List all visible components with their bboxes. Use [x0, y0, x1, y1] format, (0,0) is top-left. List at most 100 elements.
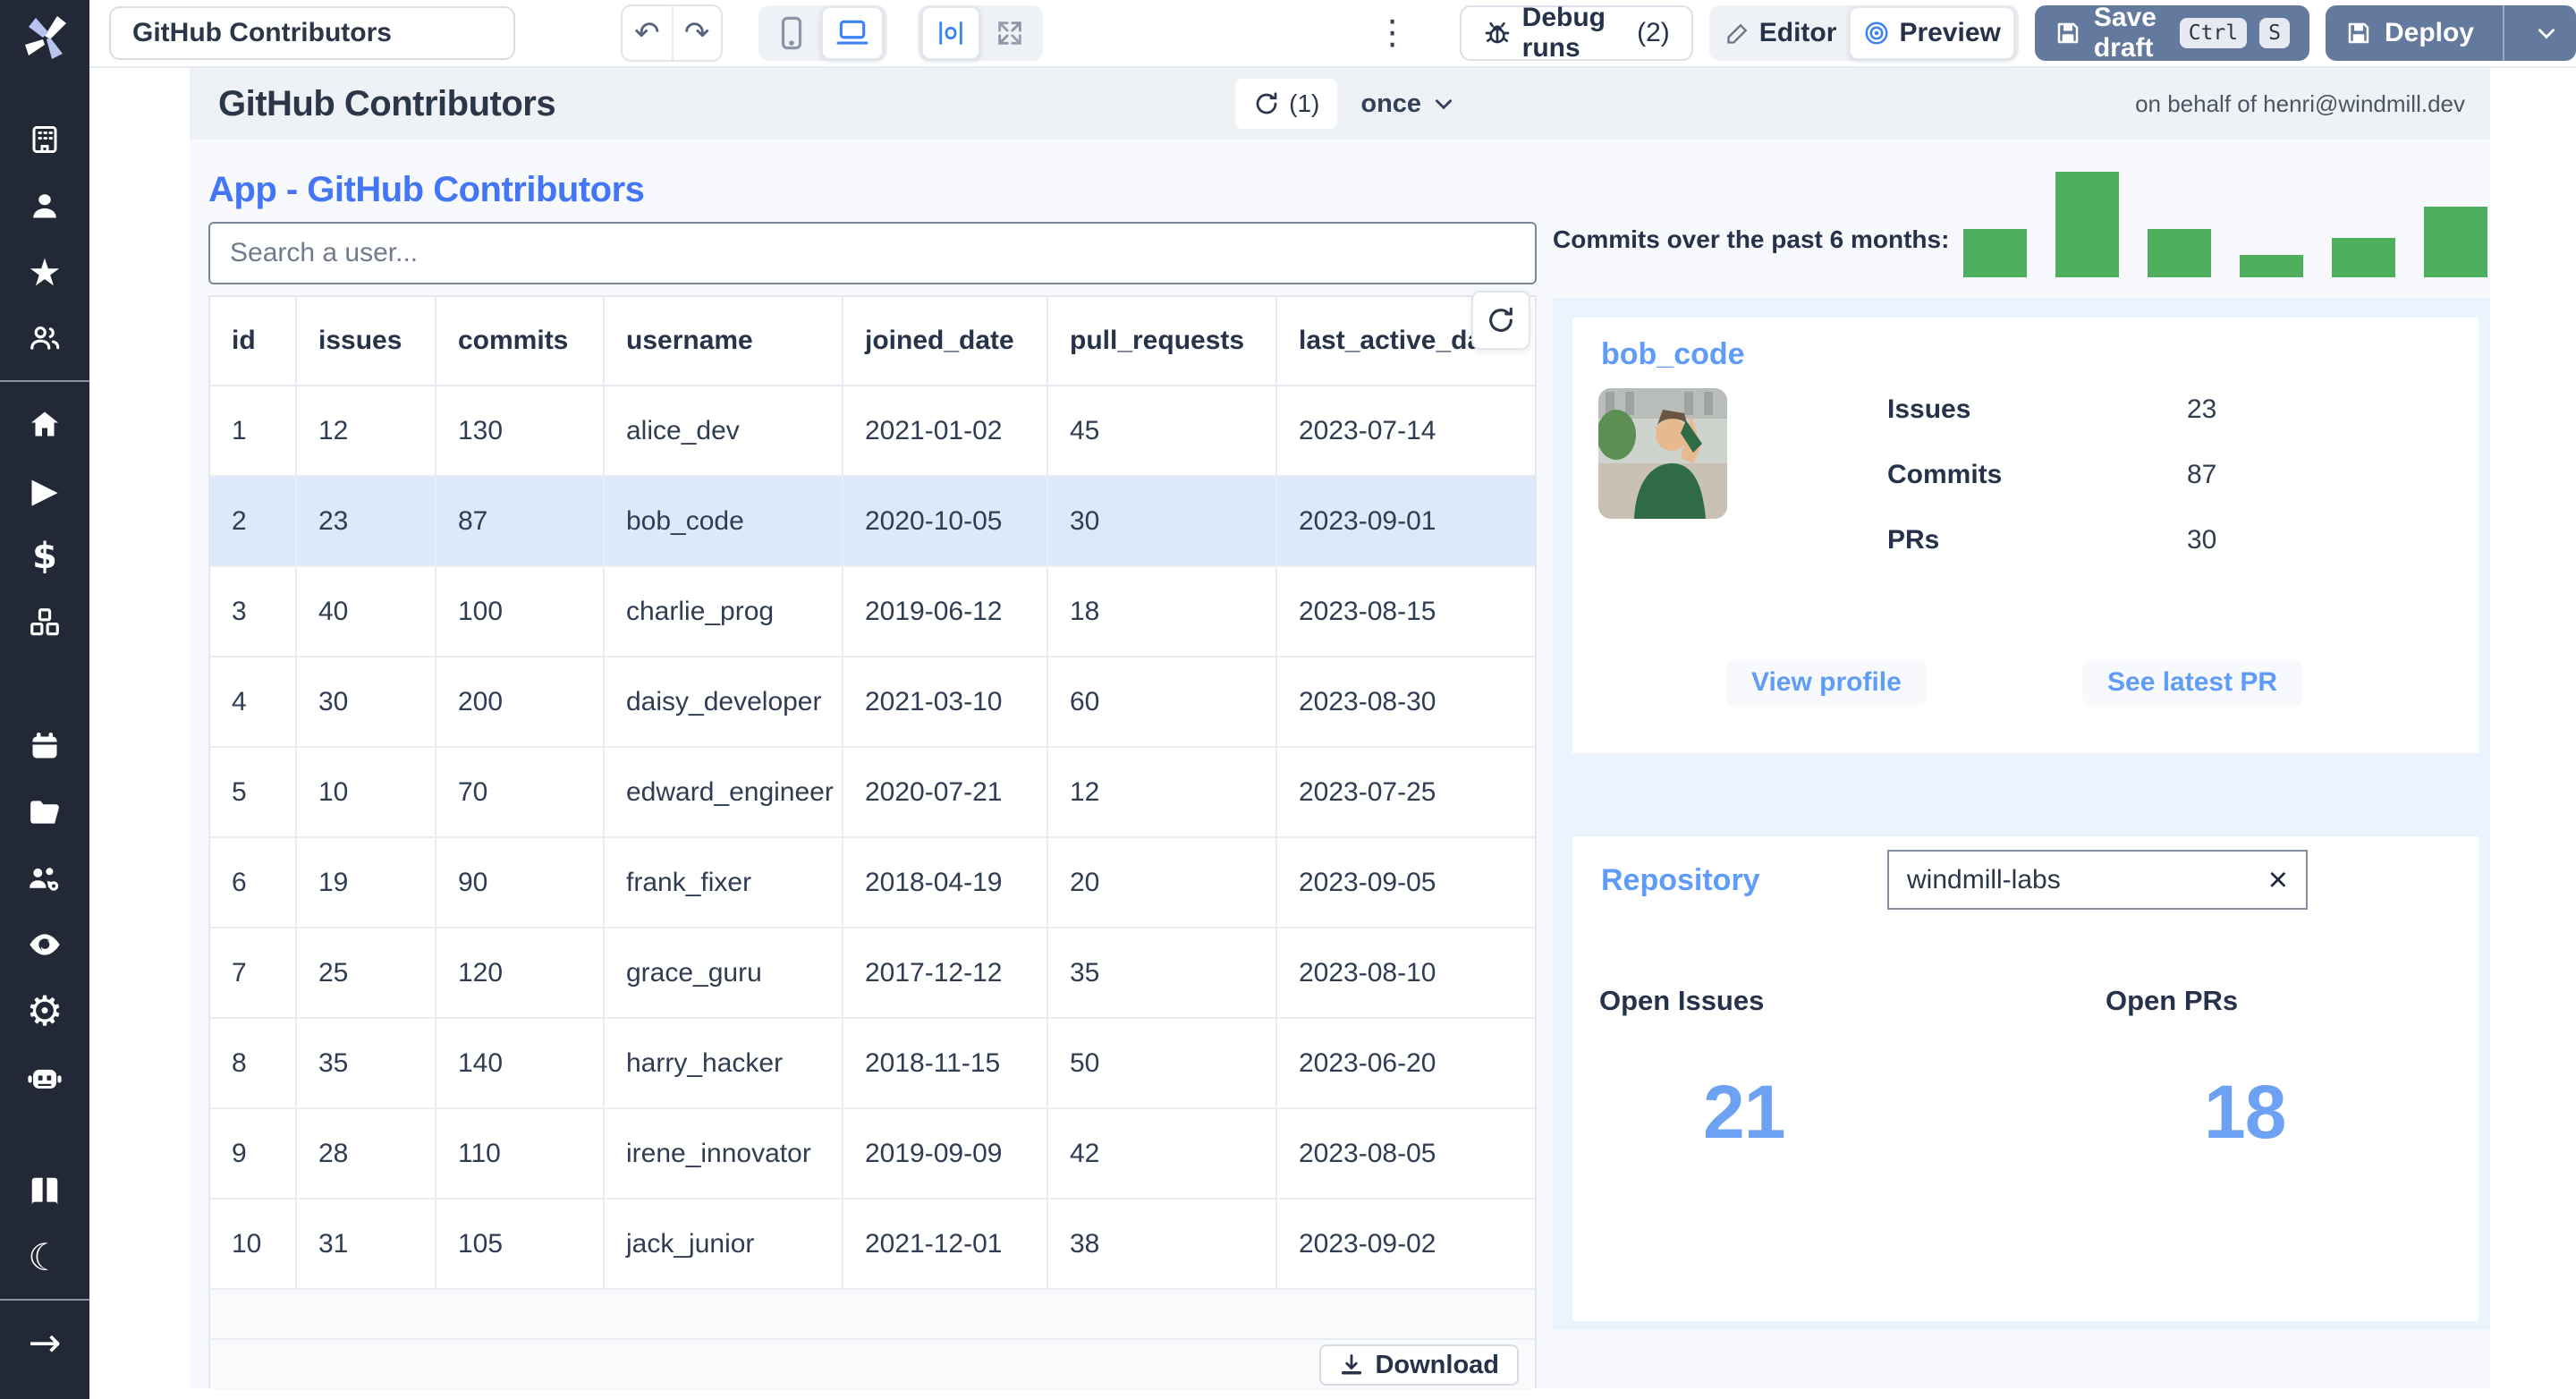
folder-icon[interactable] — [0, 779, 89, 845]
column-header-commits[interactable]: commits — [436, 297, 605, 385]
repository-input[interactable]: windmill-labs × — [1887, 850, 2308, 910]
deploy-button[interactable]: Deploy — [2325, 5, 2576, 61]
table-cell: 9 — [210, 1109, 297, 1198]
table-cell: 87 — [436, 477, 605, 565]
preview-tab[interactable]: Preview — [1849, 6, 2015, 60]
schedule-select[interactable]: once — [1360, 89, 1455, 119]
column-header-pull_requests[interactable]: pull_requests — [1048, 297, 1277, 385]
app-content: App - GitHub Contributors idissuescommit… — [190, 140, 2490, 1390]
table-cell: 2023-09-02 — [1299, 1228, 1436, 1259]
table-cell: 30 — [1048, 477, 1277, 565]
table-cell: 2019-06-12 — [843, 567, 1048, 656]
table-cell: 110 — [436, 1109, 605, 1198]
table-cell: 12 — [297, 386, 436, 475]
s-key-badge: S — [2259, 18, 2290, 48]
more-options-kebab[interactable]: ⋮ — [1376, 16, 1410, 50]
table-row[interactable]: 9 28 110 irene_innovator 2019-09-09 42 2023-08… — [210, 1109, 1535, 1200]
table-cell: 25 — [297, 928, 436, 1017]
column-header-issues[interactable]: issues — [297, 297, 436, 385]
table-cell: 200 — [436, 657, 605, 746]
table-cell: 2023-08-05 — [1299, 1138, 1436, 1168]
app-canvas: GitHub Contributors (1) once on behalf o… — [89, 68, 2576, 1399]
column-header-id[interactable]: id — [210, 297, 297, 385]
building-icon[interactable] — [0, 106, 89, 173]
table-cell: 2017-12-12 — [843, 928, 1048, 1017]
editor-tab[interactable]: Editor — [1713, 9, 1850, 57]
table-row[interactable]: 6 19 90 frank_fixer 2018-04-19 20 2023-09-05 — [210, 838, 1535, 928]
book-icon[interactable] — [0, 1157, 89, 1224]
app-refresh-button[interactable]: (1) — [1235, 79, 1338, 129]
chevron-down-icon — [1436, 99, 1453, 110]
chart-bar — [2332, 238, 2395, 277]
table-body: 1 12 130 alice_dev 2021-01-02 45 2023-07-14 2 23… — [210, 386, 1535, 1290]
centered-width-button[interactable] — [920, 6, 980, 60]
table-row[interactable]: 4 30 200 daisy_developer 2021-03-10 60 2023-08… — [210, 657, 1535, 748]
eye-icon[interactable] — [0, 911, 89, 978]
table-cell: grace_guru — [605, 928, 843, 1017]
view-profile-button[interactable]: View profile — [1726, 659, 1927, 706]
download-button[interactable]: Download — [1319, 1344, 1519, 1386]
schedule-label: once — [1360, 89, 1422, 118]
arrow-right-icon[interactable]: → — [0, 1310, 89, 1376]
table-cell: 5 — [210, 748, 297, 836]
robot-icon[interactable] — [0, 1044, 89, 1110]
table-row[interactable]: 1 12 130 alice_dev 2021-01-02 45 2023-07-14 — [210, 386, 1535, 477]
mobile-view-button[interactable] — [762, 9, 821, 57]
stat-label-prs: PRs — [1887, 525, 1940, 555]
table-cell: 42 — [1048, 1109, 1277, 1198]
table-cell: 2020-10-05 — [843, 477, 1048, 565]
cubes-icon[interactable] — [0, 589, 89, 656]
table-cell: 20 — [1048, 838, 1277, 927]
calendar-icon[interactable] — [0, 713, 89, 779]
table-cell: 30 — [297, 657, 436, 746]
windmill-logo[interactable] — [20, 13, 70, 67]
clear-input-icon[interactable]: × — [2268, 863, 2288, 897]
open-prs-value: 18 — [2204, 1070, 2286, 1154]
table-cell: 70 — [436, 748, 605, 836]
dollar-icon[interactable]: $ — [0, 523, 89, 589]
table-cell: 38 — [1048, 1200, 1277, 1288]
table-row[interactable]: 10 31 105 jack_junior 2021-12-01 38 2023-09-02 — [210, 1200, 1535, 1290]
table-empty-row — [210, 1290, 1535, 1340]
table-cell: 130 — [436, 386, 605, 475]
download-icon — [1342, 1354, 1362, 1375]
table-cell: 7 — [210, 928, 297, 1017]
app-title-input[interactable] — [109, 6, 515, 60]
redo-button[interactable]: ↷ — [671, 6, 721, 60]
chart-bar — [2240, 255, 2303, 277]
table-cell: 105 — [436, 1200, 605, 1288]
table-row[interactable]: 8 35 140 harry_hacker 2018-11-15 50 2023-06-20 — [210, 1019, 1535, 1109]
commits-chart-row: Commits over the past 6 months: — [1553, 140, 2490, 277]
table-refresh-button[interactable] — [1471, 291, 1530, 350]
table-cell: 2021-01-02 — [843, 386, 1048, 475]
open-issues-label: Open Issues — [1599, 985, 1765, 1016]
table-row[interactable]: 2 23 87 bob_code 2020-10-05 30 2023-09-01 — [210, 477, 1535, 567]
full-width-button[interactable] — [980, 9, 1039, 57]
column-header-username[interactable]: username — [605, 297, 843, 385]
table-cell: 45 — [1048, 386, 1277, 475]
undo-button[interactable]: ↶ — [623, 6, 672, 60]
play-icon[interactable]: ▶ — [0, 457, 89, 523]
column-header-joined_date[interactable]: joined_date — [843, 297, 1048, 385]
star-icon[interactable]: ★ — [0, 239, 89, 305]
open-prs-label: Open PRs — [2106, 985, 2239, 1016]
desktop-view-button[interactable] — [820, 6, 884, 60]
see-latest-pr-button[interactable]: See latest PR — [2082, 659, 2303, 706]
device-toggle-group — [758, 5, 887, 61]
table-cell: 2023-09-05 — [1299, 867, 1436, 897]
home-icon[interactable] — [0, 391, 89, 457]
save-draft-button[interactable]: Save draft Ctrl S — [2034, 3, 2309, 63]
deploy-chevron-down-icon[interactable] — [2517, 21, 2576, 45]
table-cell: 3 — [210, 567, 297, 656]
debug-runs-button[interactable]: Debug runs (2) — [1459, 3, 1693, 63]
search-input[interactable] — [208, 222, 1537, 284]
users-icon[interactable] — [0, 305, 89, 371]
table-cell: 2023-08-10 — [1299, 957, 1436, 988]
users-gear-icon[interactable] — [0, 845, 89, 911]
table-row[interactable]: 3 40 100 charlie_prog 2019-06-12 18 2023-08-15 — [210, 567, 1535, 657]
person-icon[interactable] — [0, 173, 89, 239]
table-row[interactable]: 5 10 70 edward_engineer 2020-07-21 12 2023-07-… — [210, 748, 1535, 838]
table-row[interactable]: 7 25 120 grace_guru 2017-12-12 35 2023-08-10 — [210, 928, 1535, 1019]
moon-icon[interactable]: ☾ — [0, 1224, 89, 1290]
gear-icon[interactable]: ⚙ — [0, 978, 89, 1044]
